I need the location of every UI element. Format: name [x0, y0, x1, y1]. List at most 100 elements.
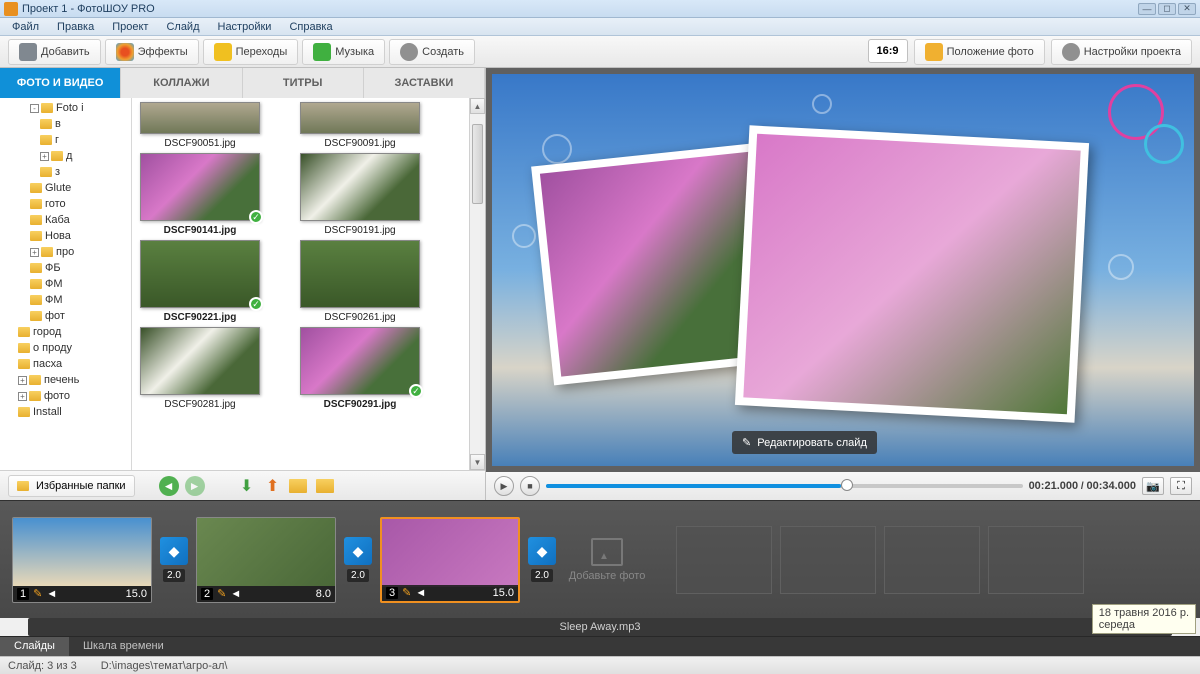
nav-back-button[interactable]: ◄: [159, 476, 179, 496]
play-button[interactable]: ▶: [494, 476, 514, 496]
pencil-icon[interactable]: ✎: [217, 587, 226, 600]
tree-item[interactable]: ФМ: [2, 276, 129, 292]
scroll-thumb[interactable]: [472, 124, 483, 204]
menu-Правка[interactable]: Правка: [49, 19, 102, 35]
tree-item[interactable]: -Foto і: [2, 100, 129, 116]
folder-tree[interactable]: -Foto івг+дзGluteготоКабаНова+проФБФМФМф…: [0, 98, 132, 470]
tree-item[interactable]: +д: [2, 148, 129, 164]
folder-new-button[interactable]: [316, 479, 334, 493]
menu-Проект[interactable]: Проект: [104, 19, 156, 35]
folder-icon: [30, 215, 42, 225]
snapshot-button[interactable]: 📷: [1142, 477, 1164, 495]
timeline-slide[interactable]: 2✎◄8.0: [196, 517, 336, 603]
tab-slides[interactable]: Слайды: [0, 637, 69, 656]
project-settings-button[interactable]: Настройки проекта: [1051, 39, 1192, 65]
left-panel: ФОТО И ВИДЕО КОЛЛАЖИ ТИТРЫ ЗАСТАВКИ -Fot…: [0, 68, 486, 500]
transitions-button[interactable]: Переходы: [203, 39, 299, 65]
thumbnail[interactable]: DSCF90091.jpg: [300, 102, 420, 149]
sound-icon[interactable]: ◄: [230, 588, 241, 600]
seek-thumb[interactable]: [841, 479, 853, 491]
titlebar: Проект 1 - ФотоШОУ PRO — ◻ ✕: [0, 0, 1200, 18]
folder-icon: [18, 343, 30, 353]
tree-item[interactable]: +печень: [2, 372, 129, 388]
thumbnail[interactable]: DSCF90281.jpg: [140, 327, 260, 410]
thumbnail-label: DSCF90051.jpg: [140, 138, 260, 149]
add-slide-button[interactable]: Добавьте фото: [564, 517, 650, 603]
expand-icon[interactable]: +: [40, 152, 49, 161]
tree-item[interactable]: Каба: [2, 212, 129, 228]
photo-position-button[interactable]: Положение фото: [914, 39, 1045, 65]
create-button[interactable]: Создать: [389, 39, 475, 65]
upload-icon[interactable]: ⬆: [263, 476, 283, 496]
tree-item[interactable]: гото: [2, 196, 129, 212]
scrollbar[interactable]: ▲ ▼: [469, 98, 485, 470]
menu-Справка[interactable]: Справка: [281, 19, 340, 35]
folder-button[interactable]: [289, 479, 307, 493]
preview-canvas[interactable]: ✎Редактировать слайд: [492, 74, 1194, 466]
thumbnail[interactable]: DSCF90051.jpg: [140, 102, 260, 149]
tree-item[interactable]: Glute: [2, 180, 129, 196]
close-button[interactable]: ✕: [1178, 3, 1196, 15]
thumbnail[interactable]: DSCF90191.jpg: [300, 153, 420, 236]
music-button[interactable]: Музыка: [302, 39, 385, 65]
menu-Слайд[interactable]: Слайд: [158, 19, 207, 35]
tree-item[interactable]: з: [2, 164, 129, 180]
tree-item[interactable]: в: [2, 116, 129, 132]
menu-Файл[interactable]: Файл: [4, 19, 47, 35]
tree-item[interactable]: Install: [2, 404, 129, 420]
tree-item[interactable]: ФБ: [2, 260, 129, 276]
transition-duration: 2.0: [531, 569, 553, 582]
thumbnail[interactable]: ✓DSCF90291.jpg: [300, 327, 420, 410]
add-button[interactable]: Добавить: [8, 39, 101, 65]
edit-slide-button[interactable]: ✎Редактировать слайд: [732, 431, 877, 454]
tab-collages[interactable]: КОЛЛАЖИ: [121, 68, 242, 98]
tab-titles[interactable]: ТИТРЫ: [243, 68, 364, 98]
tree-item[interactable]: пасха: [2, 356, 129, 372]
nav-forward-button[interactable]: ►: [185, 476, 205, 496]
tab-timeline[interactable]: Шкала времени: [69, 637, 178, 656]
scroll-down-button[interactable]: ▼: [470, 454, 485, 470]
pencil-icon[interactable]: ✎: [402, 586, 411, 599]
aspect-ratio-button[interactable]: 16:9: [868, 39, 908, 63]
maximize-button[interactable]: ◻: [1158, 3, 1176, 15]
scroll-up-button[interactable]: ▲: [470, 98, 485, 114]
tree-item[interactable]: +фото: [2, 388, 129, 404]
pencil-icon[interactable]: ✎: [33, 587, 42, 600]
tree-item[interactable]: фот: [2, 308, 129, 324]
download-icon[interactable]: ⬇: [237, 476, 257, 496]
tab-intros[interactable]: ЗАСТАВКИ: [364, 68, 485, 98]
thumbnail[interactable]: ✓DSCF90141.jpg: [140, 153, 260, 236]
transition[interactable]: ◆2.0: [526, 537, 558, 582]
effects-button[interactable]: Эффекты: [105, 39, 199, 65]
minimize-button[interactable]: —: [1138, 3, 1156, 15]
tree-item[interactable]: город: [2, 324, 129, 340]
thumbnail[interactable]: DSCF90261.jpg: [300, 240, 420, 323]
timeline-slide[interactable]: 1✎◄15.0: [12, 517, 152, 603]
seek-bar[interactable]: [546, 484, 1023, 488]
tree-item[interactable]: о проду: [2, 340, 129, 356]
sound-icon[interactable]: ◄: [46, 588, 57, 600]
expand-icon[interactable]: +: [18, 376, 27, 385]
music-track[interactable]: Sleep Away.mp3: [28, 618, 1172, 636]
fullscreen-button[interactable]: ⛶: [1170, 477, 1192, 495]
expand-icon[interactable]: +: [30, 248, 39, 257]
expand-icon[interactable]: -: [30, 104, 39, 113]
favorites-button[interactable]: Избранные папки: [8, 475, 135, 497]
playback-bar: ▶ ■ 00:21.000 / 00:34.000 📷 ⛶: [486, 472, 1200, 500]
slide-counter: Слайд: 3 из 3: [8, 660, 77, 672]
folder-icon: [29, 375, 41, 385]
tree-item[interactable]: г: [2, 132, 129, 148]
sound-icon[interactable]: ◄: [415, 587, 426, 599]
tree-item[interactable]: +про: [2, 244, 129, 260]
transition[interactable]: ◆2.0: [158, 537, 190, 582]
thumbnail[interactable]: ✓DSCF90221.jpg: [140, 240, 260, 323]
stop-button[interactable]: ■: [520, 476, 540, 496]
tree-item[interactable]: ФМ: [2, 292, 129, 308]
slide-duration: 8.0: [316, 588, 331, 600]
tab-photo-video[interactable]: ФОТО И ВИДЕО: [0, 68, 121, 98]
timeline-slide[interactable]: 3✎◄15.0: [380, 517, 520, 603]
transition[interactable]: ◆2.0: [342, 537, 374, 582]
menu-Настройки[interactable]: Настройки: [210, 19, 280, 35]
tree-item[interactable]: Нова: [2, 228, 129, 244]
expand-icon[interactable]: +: [18, 392, 27, 401]
